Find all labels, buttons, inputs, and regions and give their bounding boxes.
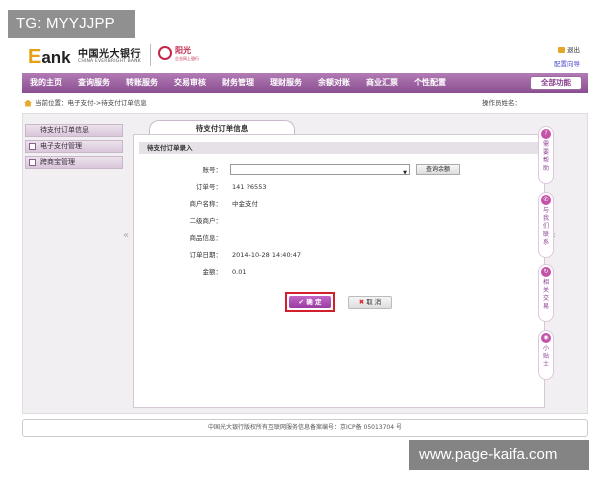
breadcrumb: 当前位置：电子支付->待支付订单信息 操作员姓名： bbox=[22, 96, 588, 110]
tips-icon: ◉ bbox=[541, 333, 551, 343]
expand-icon bbox=[29, 143, 36, 150]
contact-widget[interactable]: ✆ 与我们联系 bbox=[538, 192, 554, 258]
account-select[interactable]: ▼ bbox=[230, 164, 410, 176]
confirm-button[interactable]: ✔ 确 定 bbox=[289, 296, 331, 308]
sidebar-item-epay-mgmt[interactable]: 电子支付管理 bbox=[25, 140, 123, 153]
account-row: 账号： ▼ 查询余额 bbox=[134, 163, 534, 177]
home-icon bbox=[24, 99, 32, 107]
nav-item-review[interactable]: 交易审核 bbox=[166, 73, 214, 93]
refresh-icon: ↻ bbox=[541, 267, 551, 277]
help-icon: ? bbox=[541, 129, 551, 139]
logo-divider bbox=[150, 44, 151, 66]
bank-name-cn: 中国光大银行 bbox=[78, 49, 141, 60]
nav-item-transfer[interactable]: 转账服务 bbox=[118, 73, 166, 93]
main-panel: 待支付订单录入 账号： ▼ 查询余额 订单号： 141 ?6553 商户名称： … bbox=[133, 134, 545, 408]
service-logo-icon bbox=[158, 46, 172, 60]
close-icon: ✖ bbox=[358, 298, 365, 306]
content-frame: 待支付订单信息 电子支付管理 跨商宝管理 « « 待支付订单信息 待支付订单录入… bbox=[22, 113, 588, 414]
nav-item-personal[interactable]: 个性配置 bbox=[406, 73, 454, 93]
amount-row: 金额： 0.01 bbox=[134, 265, 534, 279]
related-trade-widget[interactable]: ↻ 相关交易 bbox=[538, 264, 554, 322]
sidebar-item-pending-orders[interactable]: 待支付订单信息 bbox=[25, 124, 123, 137]
service-name: 阳光 bbox=[175, 46, 191, 55]
secondary-merchant-row: 二级商户： bbox=[134, 214, 534, 228]
nav-item-bills[interactable]: 商业汇票 bbox=[358, 73, 406, 93]
service-subtitle: 企业网上银行 bbox=[175, 56, 199, 61]
order-no-value: 141 ?6553 bbox=[232, 183, 267, 191]
exit-icon bbox=[558, 47, 565, 53]
nav-item-home[interactable]: 我的主页 bbox=[22, 73, 70, 93]
merchant-name-value: 中金支付 bbox=[232, 200, 258, 208]
query-balance-button[interactable]: 查询余额 bbox=[416, 164, 460, 175]
order-date-label: 订单日期： bbox=[189, 251, 223, 259]
secondary-merchant-label: 二级商户： bbox=[189, 217, 223, 225]
order-no-row: 订单号： 141 ?6553 bbox=[134, 180, 534, 194]
sidebar: 待支付订单信息 电子支付管理 跨商宝管理 bbox=[25, 124, 123, 172]
dropdown-arrow-icon: ▼ bbox=[403, 170, 407, 176]
breadcrumb-text: 当前位置：电子支付->待支付订单信息 bbox=[35, 99, 147, 107]
operator-label: 操作员姓名： bbox=[482, 99, 521, 107]
nav-item-reconcile[interactable]: 余额对账 bbox=[310, 73, 358, 93]
footer: 中国光大银行版权所有互联网服务信息备案编号：京ICP备 05013704 号 bbox=[22, 419, 588, 437]
nav-item-wealth[interactable]: 理财服务 bbox=[262, 73, 310, 93]
merchant-name-row: 商户名称： 中金支付 bbox=[134, 197, 534, 211]
account-label: 账号： bbox=[202, 166, 223, 174]
watermark-bottom: www.page-kaifa.com bbox=[409, 440, 589, 470]
expand-icon bbox=[29, 159, 36, 166]
watermark-top: TG: MYYJJPP bbox=[8, 10, 135, 38]
collapse-left-icon[interactable]: « bbox=[123, 230, 129, 241]
order-date-value: 2014-10-28 14:40:47 bbox=[232, 251, 302, 259]
bank-name-en: CHINA EVERBRIGHT BANK bbox=[78, 59, 141, 64]
header: Eank 中国光大银行 CHINA EVERBRIGHT BANK 阳光 企业网… bbox=[22, 40, 588, 72]
section-title: 待支付订单录入 bbox=[139, 142, 543, 154]
nav-item-finance[interactable]: 财务管理 bbox=[214, 73, 262, 93]
all-functions-button[interactable]: 全部功能 bbox=[530, 76, 582, 90]
help-widget[interactable]: ? 需要帮助 bbox=[538, 126, 554, 184]
order-no-label: 订单号： bbox=[196, 183, 222, 191]
cancel-button[interactable]: ✖ 取 消 bbox=[348, 296, 392, 309]
main-nav: 我的主页 查询服务 转账服务 交易审核 财务管理 理财服务 余额对账 商业汇票 … bbox=[22, 73, 588, 93]
product-info-label: 商品信息： bbox=[189, 234, 223, 242]
nav-item-query[interactable]: 查询服务 bbox=[70, 73, 118, 93]
sidebar-item-kuashangbao-mgmt[interactable]: 跨商宝管理 bbox=[25, 156, 123, 169]
product-info-row: 商品信息： bbox=[134, 231, 534, 245]
confirm-highlight: ✔ 确 定 bbox=[285, 292, 335, 312]
page: TG: MYYJJPP Eank 中国光大银行 CHINA EVERBRIGHT… bbox=[0, 0, 600, 480]
bank-logo: Eank bbox=[28, 46, 71, 68]
phone-icon: ✆ bbox=[541, 195, 551, 205]
config-guide-link[interactable]: 配置向导 bbox=[554, 58, 580, 68]
exit-button[interactable]: 退出 bbox=[558, 44, 580, 54]
amount-value: 0.01 bbox=[232, 268, 247, 276]
order-date-row: 订单日期： 2014-10-28 14:40:47 bbox=[134, 248, 534, 262]
tips-widget[interactable]: ◉ 小贴士 bbox=[538, 330, 554, 380]
merchant-name-label: 商户名称： bbox=[189, 200, 223, 208]
amount-label: 金额： bbox=[202, 268, 223, 276]
